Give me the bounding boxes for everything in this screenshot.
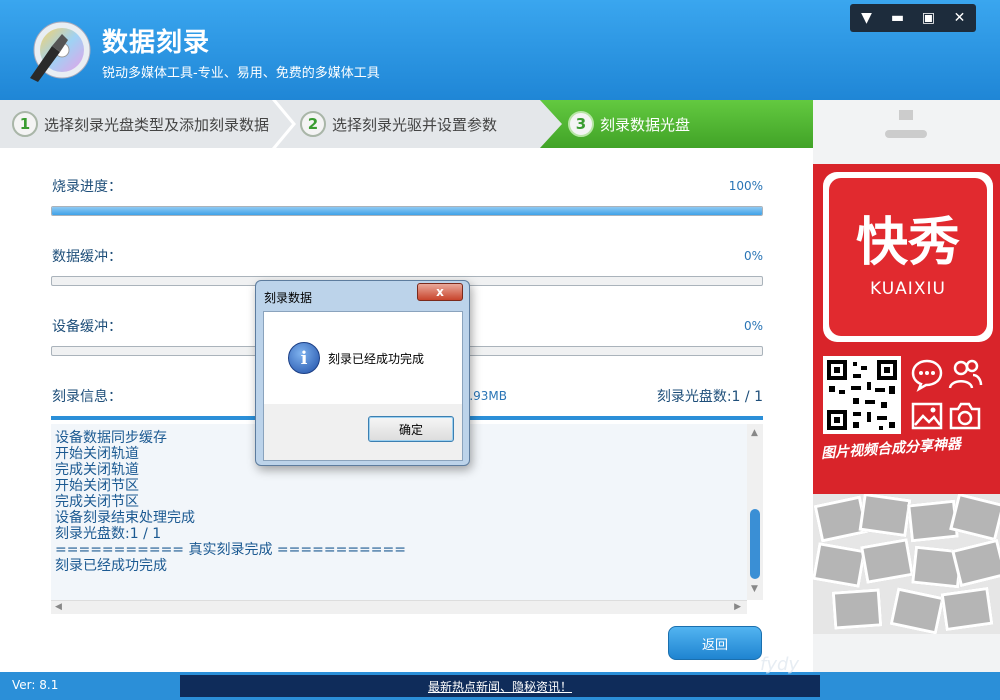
kuaixiu-ad[interactable]: 快秀 KUAIXIU 图片视频合成分享神器 bbox=[813, 164, 1000, 634]
step-2: 2 选择刻录光驱并设置参数 bbox=[296, 100, 586, 148]
step-3: 3 刻录数据光盘 bbox=[540, 100, 813, 148]
back-button[interactable]: 返回 bbox=[668, 626, 762, 660]
info-icon: i bbox=[288, 342, 320, 374]
step-1-label: 选择刻录光盘类型及添加刻录数据 bbox=[44, 115, 270, 134]
image-icon bbox=[911, 402, 943, 430]
dialog-message: 刻录已经成功完成 bbox=[328, 352, 425, 366]
scroll-down-icon[interactable]: ▼ bbox=[751, 584, 758, 594]
usb-icon bbox=[885, 110, 927, 138]
step-2-number: 2 bbox=[300, 111, 326, 137]
title-bar: 数据刻录 锐动多媒体工具-专业、易用、免费的多媒体工具 ▼ ▬ ▣ ✕ bbox=[0, 0, 1000, 100]
app-subtitle: 锐动多媒体工具-专业、易用、免费的多媒体工具 bbox=[102, 66, 380, 81]
kuaixiu-logo: 快秀 KUAIXIU bbox=[823, 172, 993, 342]
step-1: 1 选择刻录光盘类型及添加刻录数据 bbox=[0, 100, 290, 148]
news-link[interactable]: 最新热点新闻、隐秘资讯！ bbox=[180, 675, 820, 697]
disc-count-text: 刻录光盘数:1 / 1 bbox=[656, 389, 763, 405]
step-3-label: 刻录数据光盘 bbox=[600, 115, 691, 134]
log-scroll-thumb[interactable] bbox=[750, 509, 760, 579]
camera-icon bbox=[949, 402, 981, 430]
window-controls: ▼ ▬ ▣ ✕ bbox=[850, 4, 976, 32]
disc-burner-logo bbox=[30, 21, 91, 82]
status-bar: Ver: 8.1 最新热点新闻、隐秘资讯！ bbox=[0, 672, 1000, 700]
completion-dialog: 刻录数据 x i 刻录已经成功完成 确定 bbox=[255, 280, 470, 466]
burn-info-label: 刻录信息： bbox=[52, 389, 122, 405]
step-2-label: 选择刻录光驱并设置参数 bbox=[332, 115, 498, 134]
ok-button[interactable]: 确定 bbox=[368, 416, 454, 442]
version-text: Ver: 8.1 bbox=[12, 678, 59, 692]
users-icon bbox=[948, 359, 983, 389]
ad-slogan: 图片视频合成分享神器 bbox=[820, 436, 962, 462]
ad-brand-text: 快秀 bbox=[855, 213, 960, 273]
photo-thumb bbox=[831, 588, 883, 630]
data-buffer-label: 数据缓冲： bbox=[52, 249, 122, 265]
watermark-text: fydy bbox=[760, 654, 800, 675]
ad-photo-collage bbox=[813, 494, 1000, 634]
photo-thumb bbox=[858, 494, 912, 538]
step-3-number: 3 bbox=[568, 111, 594, 137]
step-bar: 1 选择刻录光盘类型及添加刻录数据 2 选择刻录光驱并设置参数 3 刻录数据光盘 bbox=[0, 100, 813, 148]
dialog-button-area: 确定 bbox=[264, 404, 462, 460]
qr-code-icon bbox=[823, 356, 901, 434]
burn-size-text: .93MB bbox=[469, 389, 507, 403]
scroll-up-icon[interactable]: ▲ bbox=[751, 428, 758, 438]
burn-progress-label: 烧录进度： bbox=[52, 179, 122, 195]
menu-dropdown-icon[interactable]: ▼ bbox=[853, 6, 880, 30]
dialog-close-button[interactable]: x bbox=[417, 283, 463, 301]
log-horizontal-scrollbar[interactable]: ◀ ▶ bbox=[51, 600, 747, 614]
log-vertical-scrollbar[interactable]: ▲ ▼ bbox=[747, 424, 763, 600]
burn-progress-value: 100% bbox=[728, 179, 763, 193]
chat-icon bbox=[911, 359, 943, 392]
photo-thumb bbox=[951, 538, 1000, 588]
data-buffer-value: 0% bbox=[743, 249, 763, 263]
photo-thumb bbox=[940, 586, 994, 632]
ad-brand-latin: KUAIXIU bbox=[870, 279, 946, 299]
scroll-left-icon[interactable]: ◀ bbox=[55, 602, 62, 612]
burn-progress-bar bbox=[51, 206, 763, 216]
maximize-icon[interactable]: ▣ bbox=[915, 6, 942, 30]
scroll-right-icon[interactable]: ▶ bbox=[734, 602, 741, 612]
device-buffer-label: 设备缓冲： bbox=[52, 319, 122, 335]
close-icon[interactable]: ✕ bbox=[946, 6, 973, 30]
photo-thumb bbox=[813, 542, 866, 588]
dialog-title: 刻录数据 bbox=[264, 291, 313, 305]
photo-thumb bbox=[860, 538, 914, 584]
app-title: 数据刻录 bbox=[102, 28, 211, 58]
photo-thumb bbox=[889, 587, 945, 634]
device-buffer-value: 0% bbox=[743, 319, 763, 333]
dialog-body: i 刻录已经成功完成 确定 bbox=[263, 311, 463, 461]
burn-progress-fill bbox=[52, 207, 762, 215]
ad-panel[interactable]: 快秀 KUAIXIU 图片视频合成分享神器 bbox=[813, 100, 1000, 672]
step-1-number: 1 bbox=[12, 111, 38, 137]
minimize-icon[interactable]: ▬ bbox=[884, 6, 911, 30]
